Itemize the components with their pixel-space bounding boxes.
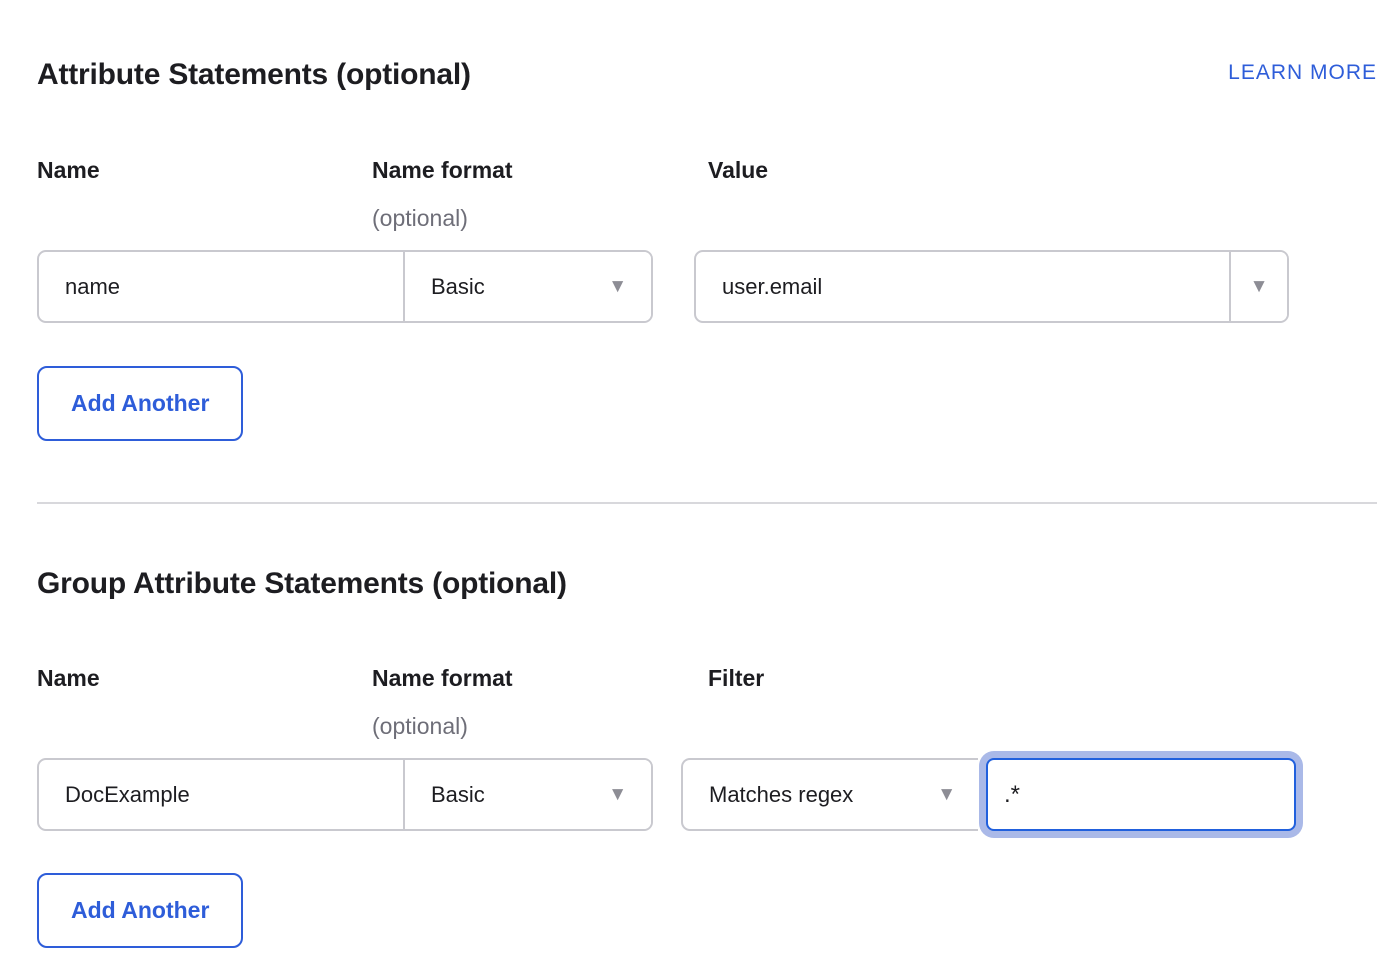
filter-column-header-cell: Filter: [708, 664, 1377, 740]
group-name-group: Basic ▼: [37, 758, 653, 831]
attribute-column-headers: Name Name format (optional) Value: [37, 156, 1377, 232]
filter-column-label: Filter: [708, 664, 1377, 692]
filter-value-input[interactable]: [986, 758, 1296, 831]
value-column-label: Value: [708, 156, 1377, 184]
attribute-statement-row: Basic ▼ ▼: [37, 250, 1377, 323]
attribute-name-format-selected: Basic: [431, 274, 485, 300]
saml-settings-panel: Attribute Statements (optional) LEARN MO…: [0, 0, 1384, 948]
attribute-value-group: ▼: [694, 250, 1289, 323]
name-column-label: Name: [37, 156, 372, 184]
attribute-name-input[interactable]: [39, 252, 403, 321]
chevron-down-icon: ▼: [608, 277, 627, 296]
group-name-input[interactable]: [39, 760, 403, 829]
name-format-optional-hint: (optional): [372, 204, 708, 232]
group-name-format-column-label: Name format: [372, 664, 708, 692]
learn-more-link[interactable]: LEARN MORE: [1228, 60, 1377, 86]
attribute-value-input[interactable]: [696, 252, 1229, 321]
group-name-format-select[interactable]: Basic ▼: [405, 760, 651, 829]
chevron-down-icon: ▼: [608, 785, 627, 804]
chevron-down-icon: ▼: [1250, 277, 1269, 296]
value-column-header-cell: Value: [708, 156, 1377, 232]
filter-type-selected: Matches regex: [709, 782, 853, 808]
attribute-value-dropdown-toggle[interactable]: ▼: [1231, 252, 1287, 321]
attribute-statements-header: Attribute Statements (optional) LEARN MO…: [37, 58, 1377, 92]
chevron-down-icon: ▼: [937, 785, 956, 804]
group-name-column-header-cell: Name: [37, 664, 372, 740]
add-another-group-attribute-button[interactable]: Add Another: [37, 873, 243, 948]
group-name-format-optional-hint: (optional): [372, 712, 708, 740]
name-format-column-label: Name format: [372, 156, 708, 184]
attribute-name-group: Basic ▼: [37, 250, 653, 323]
filter-type-select[interactable]: Matches regex ▼: [681, 758, 978, 831]
name-format-column-header-cell: Name format (optional): [372, 156, 708, 232]
group-name-column-label: Name: [37, 664, 372, 692]
group-name-format-selected: Basic: [431, 782, 485, 808]
group-name-format-column-header-cell: Name format (optional): [372, 664, 708, 740]
group-attribute-statement-row: Basic ▼ Matches regex ▼: [37, 758, 1377, 831]
group-attribute-statements-title: Group Attribute Statements (optional): [37, 567, 1377, 601]
attribute-statements-title: Attribute Statements (optional): [37, 58, 471, 92]
add-another-attribute-button[interactable]: Add Another: [37, 366, 243, 441]
attribute-name-format-select[interactable]: Basic ▼: [405, 252, 651, 321]
group-column-headers: Name Name format (optional) Filter: [37, 664, 1377, 740]
section-divider: [37, 502, 1377, 504]
name-column-header-cell: Name: [37, 156, 372, 232]
